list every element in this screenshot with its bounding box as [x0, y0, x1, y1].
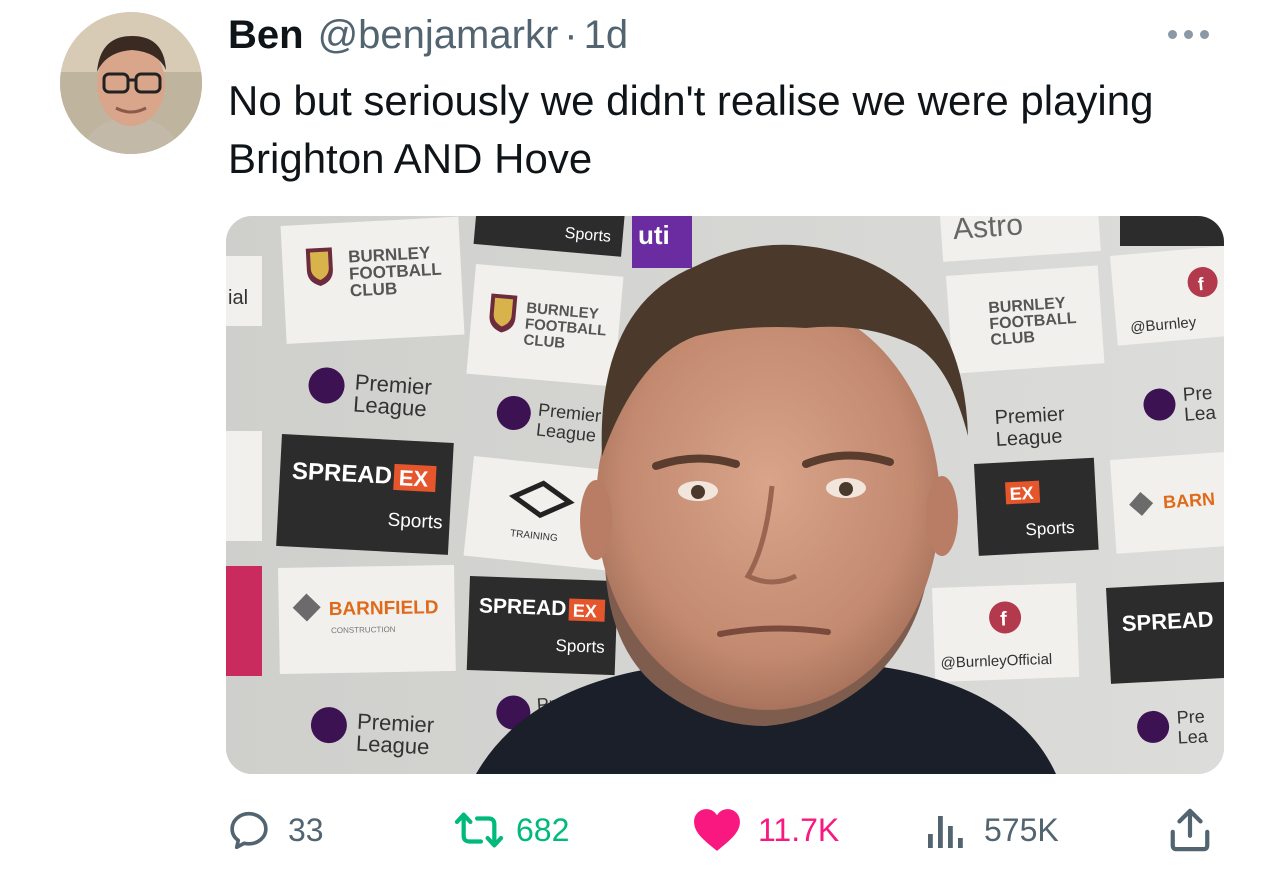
- tweet-header: Ben @benjamarkr · 1d: [228, 10, 628, 60]
- views-count: 575K: [984, 811, 1059, 848]
- board-partial-pre-2: Pre: [1176, 706, 1205, 727]
- facebook-icon: f: [1000, 608, 1008, 630]
- analytics-icon: [928, 816, 963, 848]
- board-partial-spread: SPREAD: [1121, 606, 1214, 636]
- like-count: 11.7K: [758, 811, 840, 848]
- board-partial-lea: Lea: [1184, 403, 1218, 426]
- reply-icon: [230, 811, 268, 850]
- board-sports-2: Sports: [555, 636, 605, 657]
- board-pl3-line2: League: [995, 425, 1063, 450]
- reply-button[interactable]: 33: [226, 800, 324, 860]
- board-partial-lea-2: Lea: [1177, 726, 1209, 748]
- board-spreadex3-ex: EX: [1009, 483, 1034, 504]
- board-spreadex2-word: SPREAD: [479, 594, 567, 620]
- board-construction: CONSTRUCTION: [331, 625, 396, 635]
- tweet-actions-bar: 33 682 11.7K 575K: [226, 800, 1226, 860]
- share-icon: [1170, 808, 1210, 852]
- retweet-button[interactable]: 682: [454, 800, 569, 860]
- like-button[interactable]: 11.7K: [692, 800, 839, 860]
- board-spreadex-ex: EX: [398, 465, 429, 492]
- retweet-count: 682: [516, 811, 570, 848]
- interview-photo: ial BURNLEY FOOTBALL CLUB Premier League…: [226, 216, 1224, 774]
- separator-dot: ·: [564, 13, 578, 57]
- profile-photo: [60, 12, 202, 154]
- board-sports: Sports: [387, 510, 443, 534]
- author-name[interactable]: Ben: [228, 10, 304, 60]
- board-spreadex-word: SPREAD: [291, 458, 392, 490]
- board-burnley2-line3: CLUB: [523, 331, 566, 352]
- board-spreadex2-ex: EX: [573, 601, 598, 622]
- tweet-timestamp[interactable]: 1d: [584, 10, 629, 60]
- author-avatar[interactable]: [60, 12, 202, 154]
- board-partial-text: ial: [228, 287, 248, 309]
- board-barnfield: BARNFIELD: [329, 597, 439, 620]
- author-handle[interactable]: @benjamarkr: [318, 10, 559, 60]
- board-sports-3: Sports: [1025, 518, 1075, 540]
- board-partial-util: uti: [638, 220, 670, 250]
- board-burnley-line3: CLUB: [350, 279, 398, 300]
- board-pl-line2-b: League: [355, 731, 430, 760]
- share-button[interactable]: [1168, 800, 1212, 860]
- views-button[interactable]: 575K: [926, 800, 1059, 860]
- board-partial-barn: BARN: [1162, 489, 1215, 513]
- reply-count: 33: [288, 811, 324, 848]
- board-pl-line2: League: [352, 391, 427, 421]
- heart-icon: [694, 809, 740, 851]
- board-burnley3-line3: CLUB: [990, 329, 1036, 349]
- board-partial-astro: Astro: [952, 216, 1024, 246]
- more-options-icon[interactable]: [1168, 22, 1220, 46]
- tweet-media-image[interactable]: ial BURNLEY FOOTBALL CLUB Premier League…: [226, 216, 1224, 774]
- tweet-text: No but seriously we didn't realise we we…: [228, 77, 1154, 182]
- retweet-icon: [454, 812, 504, 848]
